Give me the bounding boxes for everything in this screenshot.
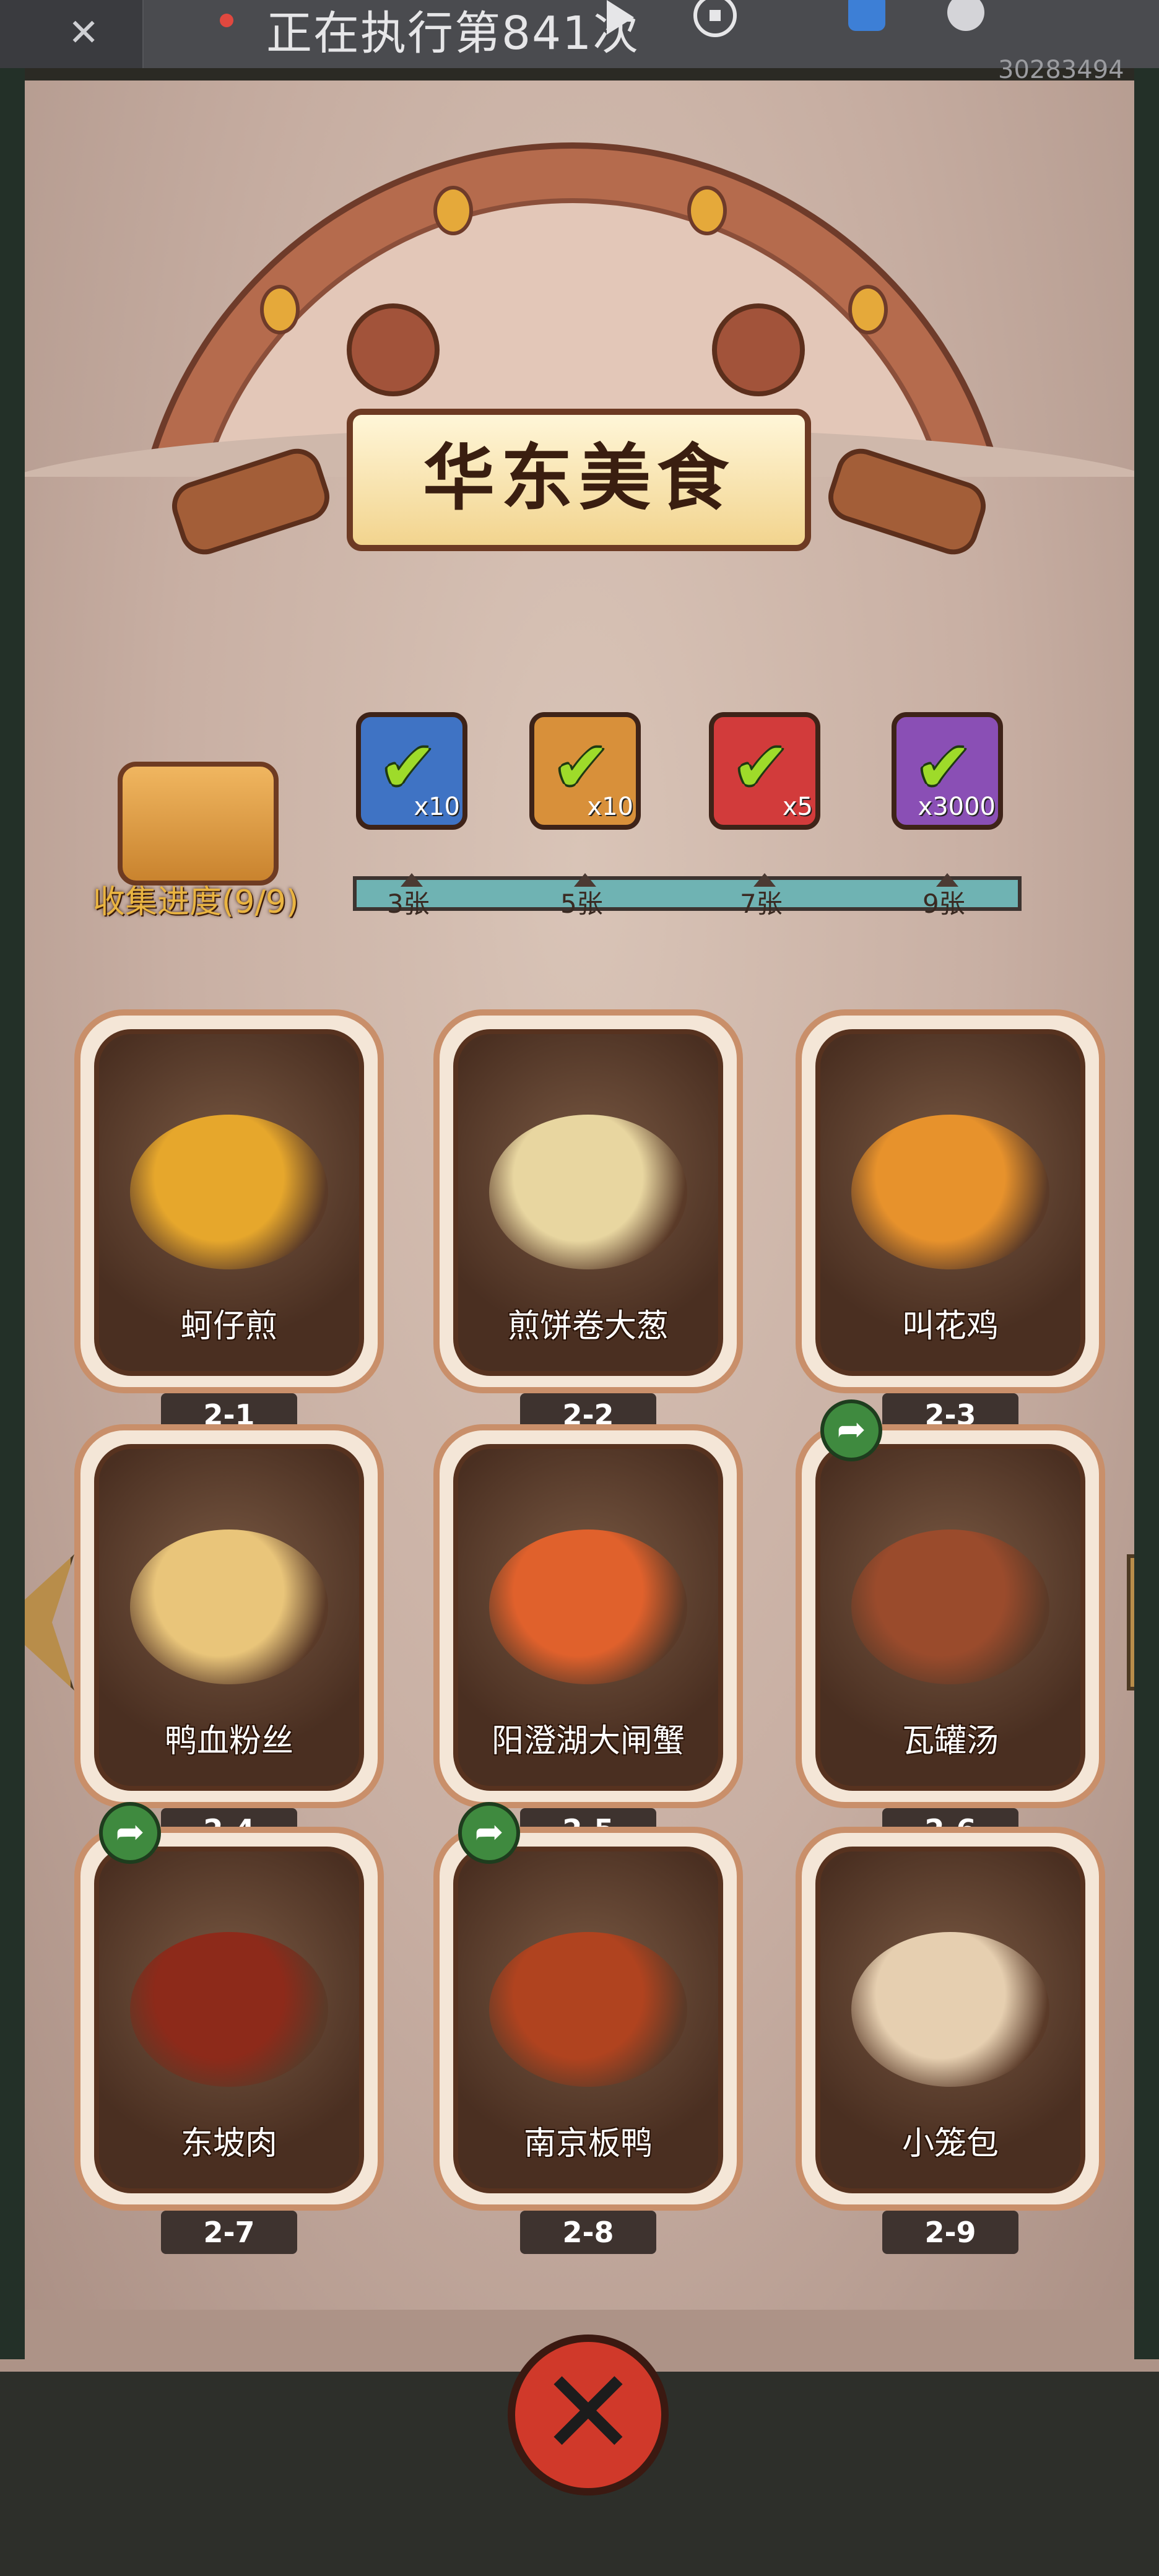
food-card[interactable]: 小笼包 bbox=[796, 1827, 1105, 2211]
reward-quantity: x10 bbox=[587, 793, 633, 821]
food-name: 瓦罐汤 bbox=[901, 1723, 999, 1760]
recorder-toolbar: ✕ 正在执行第841次 30283494 bbox=[0, 0, 1159, 84]
food-name: 阳澄湖大闸蟹 bbox=[491, 1723, 685, 1760]
food-name: 鸭血粉丝 bbox=[164, 1723, 293, 1760]
food-card[interactable]: 煎饼卷大葱 bbox=[433, 1009, 743, 1393]
close-tab-icon[interactable]: ✕ bbox=[68, 11, 99, 54]
food-image: 阳澄湖大闸蟹 bbox=[453, 1444, 723, 1791]
stop-icon[interactable] bbox=[693, 0, 737, 37]
food-image: 小笼包 bbox=[815, 1847, 1085, 2193]
card-code-tag: 2-7 bbox=[161, 2211, 297, 2254]
progress-bar bbox=[353, 876, 1022, 911]
food-name: 南京板鸭 bbox=[523, 2125, 653, 2162]
progress-label: 收集进度(9/9) bbox=[93, 884, 299, 921]
right-edge bbox=[1134, 68, 1159, 2359]
close-button[interactable]: ✕ bbox=[508, 2334, 669, 2496]
food-image: 南京板鸭 bbox=[453, 1847, 723, 2193]
meat-reward-icon[interactable]: ✔ x10 bbox=[356, 712, 467, 830]
milestone-label: 3张 bbox=[387, 889, 430, 919]
reward-quantity: x5 bbox=[782, 793, 813, 821]
dish-illustration bbox=[130, 1530, 328, 1684]
food-card[interactable]: 瓦罐汤 bbox=[796, 1424, 1105, 1808]
food-name: 蚵仔煎 bbox=[180, 1308, 277, 1345]
food-card[interactable]: 东坡肉 bbox=[74, 1827, 384, 2211]
card-chest-icon[interactable] bbox=[118, 762, 279, 886]
check-icon: ✔ bbox=[732, 728, 790, 807]
play-icon[interactable] bbox=[607, 0, 634, 35]
share-icon[interactable]: ➦ bbox=[99, 1802, 161, 1864]
silver-reward-icon[interactable]: ✔ x3000 bbox=[892, 712, 1003, 830]
food-card[interactable]: 鸭血粉丝 bbox=[74, 1424, 384, 1808]
dish-illustration bbox=[851, 1115, 1049, 1269]
food-card[interactable]: 南京板鸭 bbox=[433, 1827, 743, 2211]
page-title: 华东美食 bbox=[423, 437, 735, 520]
run-status-text: 正在执行第841次 bbox=[266, 7, 640, 60]
banner-knob-right bbox=[712, 303, 805, 396]
check-icon: ✔ bbox=[553, 728, 610, 807]
card-code-tag: 2-8 bbox=[520, 2211, 656, 2254]
stud-icon bbox=[433, 186, 473, 235]
food-image: 瓦罐汤 bbox=[815, 1444, 1085, 1791]
close-icon[interactable]: ✕ bbox=[539, 2344, 637, 2481]
food-name: 煎饼卷大葱 bbox=[507, 1308, 669, 1345]
milestone-label: 7张 bbox=[740, 889, 783, 919]
food-image: 蚵仔煎 bbox=[94, 1029, 364, 1376]
share-icon[interactable]: ➦ bbox=[820, 1399, 882, 1461]
food-image: 东坡肉 bbox=[94, 1847, 364, 2193]
stud-icon bbox=[260, 285, 300, 334]
dish-illustration bbox=[489, 1530, 687, 1684]
left-edge bbox=[0, 68, 25, 2359]
dish-illustration bbox=[489, 1115, 687, 1269]
reward-quantity: x10 bbox=[414, 793, 460, 821]
food-card[interactable]: 蚵仔煎 bbox=[74, 1009, 384, 1393]
food-image: 煎饼卷大葱 bbox=[453, 1029, 723, 1376]
food-card[interactable]: 叫花鸡 bbox=[796, 1009, 1105, 1393]
scroll-reward-icon[interactable]: ✔ x10 bbox=[529, 712, 641, 830]
close-tab[interactable]: ✕ bbox=[0, 0, 144, 68]
check-icon: ✔ bbox=[380, 728, 437, 807]
share-icon[interactable]: ➦ bbox=[458, 1802, 520, 1864]
reward-quantity: x3000 bbox=[918, 793, 996, 821]
title-banner: 华东美食 bbox=[347, 409, 811, 551]
stud-icon bbox=[687, 186, 727, 235]
food-card[interactable]: 阳澄湖大闸蟹 bbox=[433, 1424, 743, 1808]
dish-illustration bbox=[851, 1932, 1049, 2087]
dish-illustration bbox=[130, 1115, 328, 1269]
milestone-label: 5张 bbox=[560, 889, 603, 919]
avatar-icon[interactable] bbox=[947, 0, 984, 31]
check-icon: ✔ bbox=[915, 728, 973, 807]
card-code-tag: 2-9 bbox=[882, 2211, 1018, 2254]
food-image: 鸭血粉丝 bbox=[94, 1444, 364, 1791]
dish-illustration bbox=[851, 1530, 1049, 1684]
recording-dot-icon bbox=[220, 14, 233, 27]
gem-reward-icon[interactable]: ✔ x5 bbox=[709, 712, 820, 830]
app-icon[interactable] bbox=[848, 0, 885, 31]
food-name: 叫花鸡 bbox=[901, 1308, 999, 1345]
milestone-label: 9张 bbox=[922, 889, 965, 919]
food-name: 东坡肉 bbox=[180, 2125, 277, 2162]
food-name: 小笼包 bbox=[901, 2125, 999, 2162]
collection-panel: 华东美食 收集进度(9/9) ✔ x10 3张 ✔ x10 5张 ✔ x5 7张 ✔ x3000 9张… bbox=[0, 80, 1159, 2372]
dish-illustration bbox=[489, 1932, 687, 2087]
banner-knob-left bbox=[347, 303, 440, 396]
stud-icon bbox=[848, 285, 888, 334]
food-image: 叫花鸡 bbox=[815, 1029, 1085, 1376]
dish-illustration bbox=[130, 1932, 328, 2087]
